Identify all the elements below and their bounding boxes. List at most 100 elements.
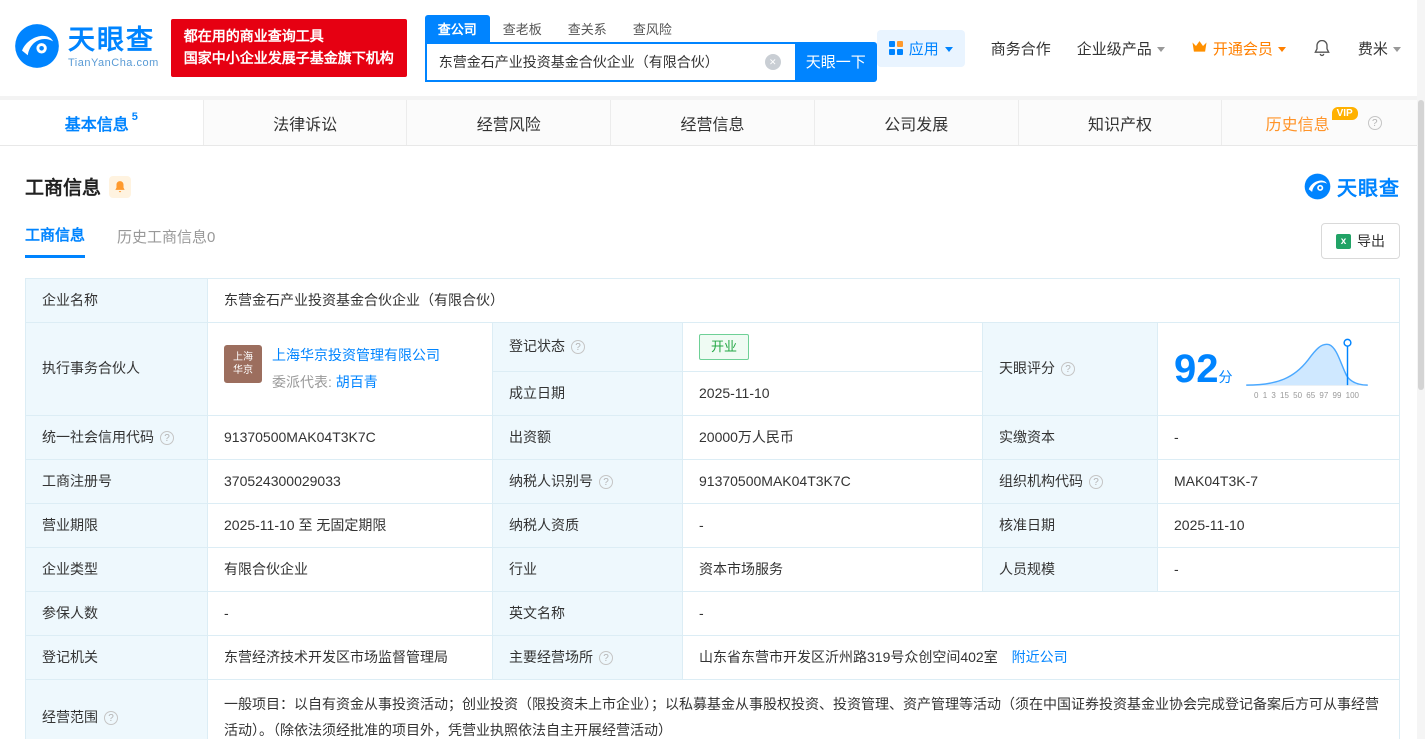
address-text: 山东省东营市开发区沂州路319号众创空间402室 <box>699 649 998 665</box>
org-code-label: 组织机构代码 <box>983 459 1158 503</box>
tab-business-info[interactable]: 经营信息 <box>611 100 815 145</box>
clear-icon[interactable] <box>765 54 781 70</box>
help-icon[interactable] <box>599 475 613 489</box>
help-icon[interactable] <box>1368 116 1382 130</box>
industry-value: 资本市场服务 <box>683 547 983 591</box>
tianyancha-logo[interactable]: 天眼查 TianYanCha.com <box>14 23 159 74</box>
table-row: 工商注册号 370524300029033 纳税人识别号 91370500MAK… <box>26 459 1400 503</box>
brand-domain: TianYanCha.com <box>68 57 159 69</box>
apps-grid-icon <box>889 41 903 55</box>
reg-number-value: 370524300029033 <box>208 459 493 503</box>
apps-label: 应用 <box>909 38 939 59</box>
taxpayer-quality-value: - <box>683 503 983 547</box>
tab-label: 历史信息 <box>1266 111 1330 135</box>
status-badge: 开业 <box>699 334 749 360</box>
subtab-row: 工商信息 历史工商信息0 导出 <box>25 223 1400 260</box>
company-type-value: 有限合伙企业 <box>208 547 493 591</box>
business-address-label: 主要经营场所 <box>493 635 683 679</box>
credit-code-value: 91370500MAK04T3K7C <box>208 415 493 459</box>
tab-company-development[interactable]: 公司发展 <box>815 100 1019 145</box>
section-header: 工商信息 天眼查 <box>25 172 1400 201</box>
tab-intellectual-property[interactable]: 知识产权 <box>1019 100 1223 145</box>
table-row: 参保人数 - 英文名称 - <box>26 591 1400 635</box>
avatar-line2: 华京 <box>233 364 253 377</box>
partner-cell: 上海 华京 上海华京投资管理有限公司 委派代表: 胡百青 <box>208 323 493 416</box>
search-button[interactable]: 天眼一下 <box>795 42 877 82</box>
approval-date-value: 2025-11-10 <box>1158 503 1400 547</box>
notification-bell-icon[interactable] <box>1312 38 1332 58</box>
help-icon[interactable] <box>160 431 174 445</box>
scrollbar-thumb[interactable] <box>1418 100 1424 390</box>
apps-menu-button[interactable]: 应用 <box>877 30 965 67</box>
help-icon[interactable] <box>1089 475 1103 489</box>
subtab-business-info[interactable]: 工商信息 <box>25 224 85 258</box>
establish-date-label: 成立日期 <box>493 371 683 415</box>
search-row: 天眼一下 <box>425 42 877 82</box>
insured-count-label: 参保人数 <box>26 591 208 635</box>
reg-status-label: 登记状态 <box>493 323 683 372</box>
user-menu[interactable]: 费米 <box>1358 38 1401 59</box>
username: 费米 <box>1358 38 1388 59</box>
search-tab-risk[interactable]: 查风险 <box>620 15 685 42</box>
org-code-value: MAK04T3K-7 <box>1158 459 1400 503</box>
export-button[interactable]: 导出 <box>1321 223 1400 259</box>
table-row: 经营范围 一般项目：以自有资金从事投资活动；创业投资（限投资未上市企业）；以私募… <box>26 679 1400 739</box>
partner-label: 执行事务合伙人 <box>26 323 208 416</box>
score-axis-labels: 0 1 3 15 50 65 97 99 100 <box>1254 390 1359 402</box>
menu-item-cooperation[interactable]: 商务合作 <box>991 38 1051 59</box>
tab-basic-info[interactable]: 基本信息 5 <box>0 100 204 145</box>
tianyancha-logo-icon <box>14 23 60 74</box>
tab-legal-litigation[interactable]: 法律诉讼 <box>204 100 408 145</box>
tab-operating-risk[interactable]: 经营风险 <box>407 100 611 145</box>
tab-label: 经营信息 <box>681 111 745 135</box>
establish-date-value: 2025-11-10 <box>683 371 983 415</box>
table-row: 执行事务合伙人 上海 华京 上海华京投资管理有限公司 委派代表: 胡百青 <box>26 323 1400 372</box>
help-icon[interactable] <box>1061 362 1075 376</box>
tab-history-info[interactable]: 历史信息 VIP <box>1222 100 1425 145</box>
business-term-label: 营业期限 <box>26 503 208 547</box>
field-label: 经营范围 <box>42 709 98 725</box>
partner-company-link[interactable]: 上海华京投资管理有限公司 <box>272 347 440 363</box>
company-name-label: 企业名称 <box>26 279 208 323</box>
tab-label: 基本信息 <box>65 111 129 135</box>
search-input[interactable] <box>425 42 795 82</box>
taxpayer-id-label: 纳税人识别号 <box>493 459 683 503</box>
menu-item-enterprise[interactable]: 企业级产品 <box>1077 38 1165 59</box>
tab-label: 知识产权 <box>1088 111 1152 135</box>
tab-label: 经营风险 <box>477 111 541 135</box>
subtab-history-business-info[interactable]: 历史工商信息0 <box>117 226 215 257</box>
reg-status-value: 开业 <box>683 323 983 372</box>
delegate-label: 委派代表: <box>272 374 332 390</box>
table-row: 营业期限 2025-11-10 至 无固定期限 纳税人资质 - 核准日期 202… <box>26 503 1400 547</box>
menu-item-open-vip[interactable]: 开通会员 <box>1191 38 1286 59</box>
company-nav-tabs: 基本信息 5 法律诉讼 经营风险 经营信息 公司发展 知识产权 历史信息 VIP <box>0 100 1425 146</box>
help-icon[interactable] <box>571 340 585 354</box>
staff-size-label: 人员规模 <box>983 547 1158 591</box>
scrollbar-track[interactable] <box>1417 0 1425 739</box>
tab-count: 5 <box>132 111 138 123</box>
field-label: 天眼评分 <box>999 360 1055 376</box>
staff-size-value: - <box>1158 547 1400 591</box>
help-icon[interactable] <box>599 651 613 665</box>
score-chart: 0 1 3 15 50 65 97 99 100 <box>1243 335 1371 402</box>
header: 天眼查 TianYanCha.com 都在用的商业查询工具 国家中小企业发展子基… <box>0 0 1425 96</box>
nearby-companies-link[interactable]: 附近公司 <box>1012 649 1068 665</box>
excel-icon <box>1336 234 1351 249</box>
field-label: 组织机构代码 <box>999 473 1083 489</box>
delegate-link[interactable]: 胡百青 <box>336 374 378 390</box>
field-label: 登记状态 <box>509 338 565 354</box>
help-icon[interactable] <box>104 711 118 725</box>
enterprise-label: 企业级产品 <box>1077 38 1152 59</box>
search-tab-company[interactable]: 查公司 <box>425 15 490 42</box>
score-curve-icon <box>1243 335 1371 389</box>
company-type-label: 企业类型 <box>26 547 208 591</box>
search-tab-boss[interactable]: 查老板 <box>490 15 555 42</box>
insured-count-value: - <box>208 591 493 635</box>
chevron-down-icon <box>1157 47 1165 52</box>
search-tab-relation[interactable]: 查关系 <box>555 15 620 42</box>
subscribe-bell-icon[interactable] <box>109 176 131 198</box>
business-term-value: 2025-11-10 至 无固定期限 <box>208 503 493 547</box>
crown-icon <box>1191 39 1208 57</box>
header-menu: 应用 商务合作 企业级产品 开通会员 <box>877 30 1401 67</box>
tab-label: 法律诉讼 <box>273 111 337 135</box>
